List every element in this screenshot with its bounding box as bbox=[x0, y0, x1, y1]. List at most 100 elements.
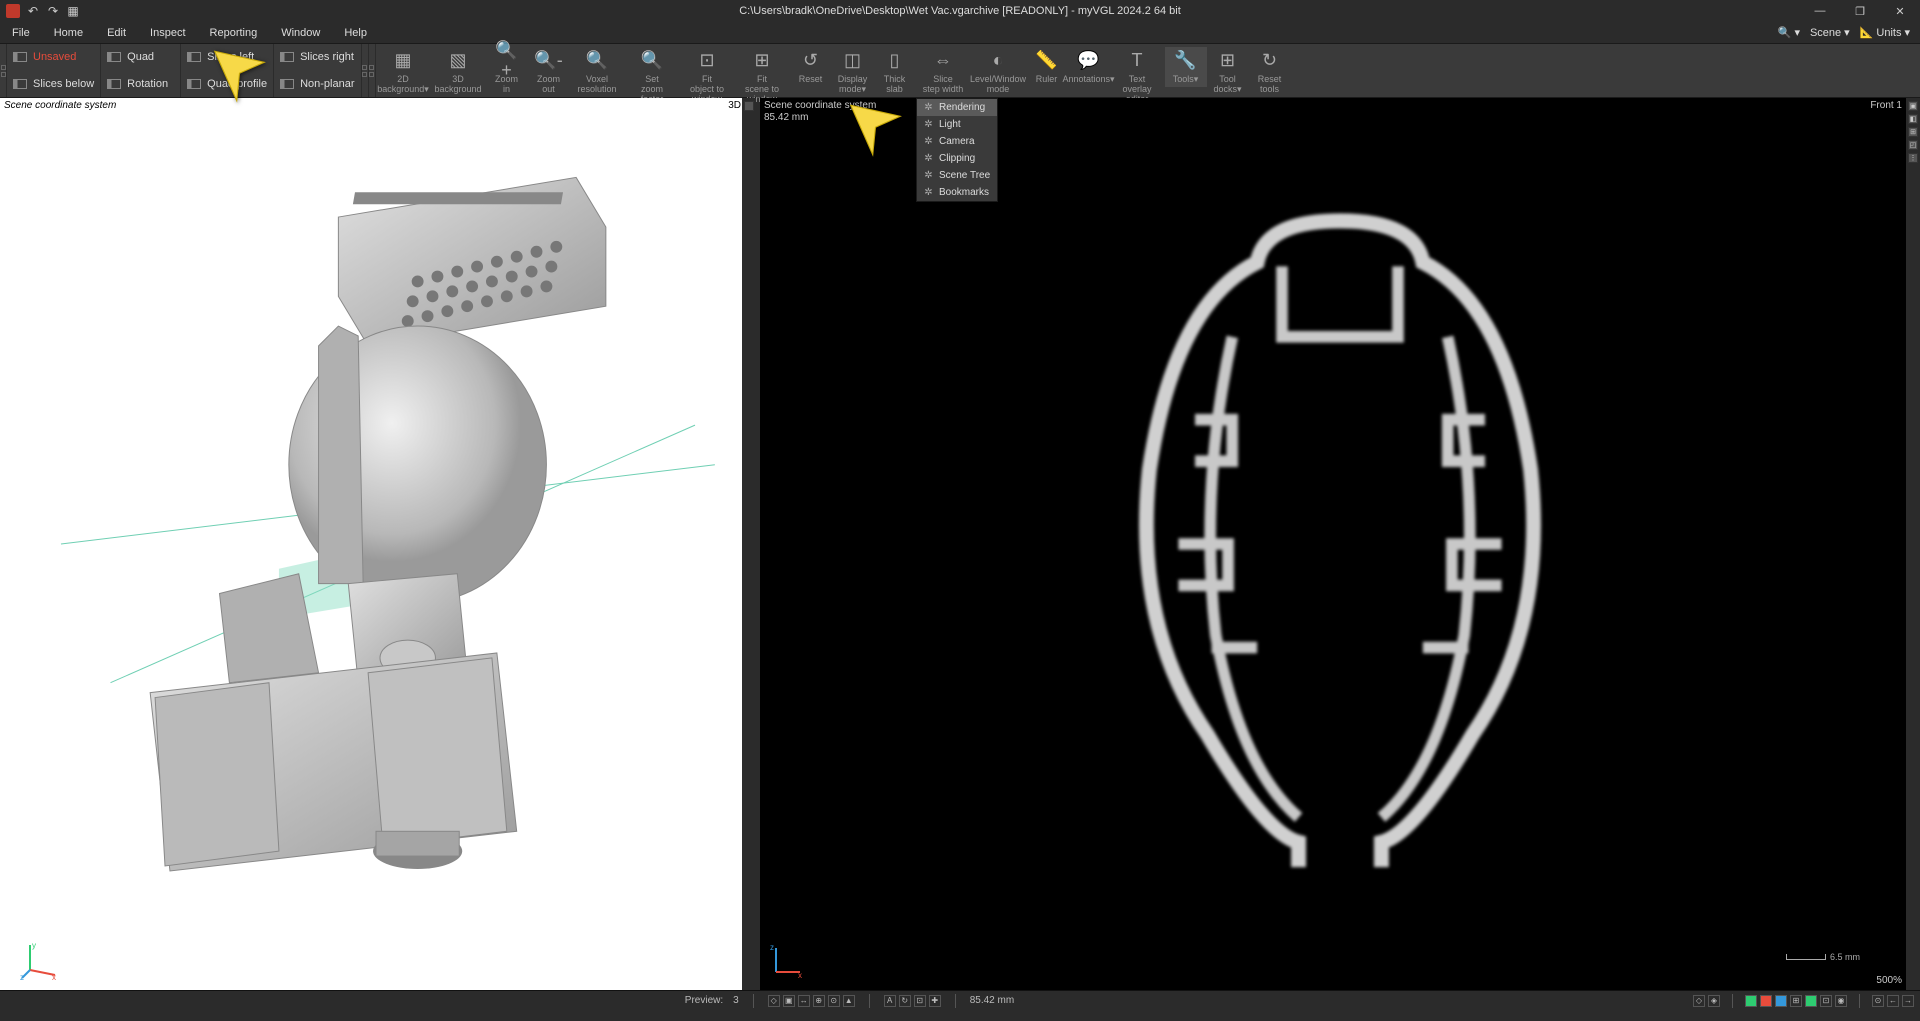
vp-tool-btn[interactable]: ◰ bbox=[1908, 140, 1918, 150]
layout-quad[interactable]: Quad bbox=[101, 44, 181, 71]
status-icon[interactable]: ⊙ bbox=[1872, 995, 1884, 1007]
layout-icon bbox=[13, 52, 27, 62]
layout-icon bbox=[107, 52, 121, 62]
vp-tool-btn[interactable]: ▣ bbox=[1908, 101, 1918, 111]
minimize-button[interactable]: — bbox=[1800, 0, 1840, 22]
status-icon[interactable]: ▣ bbox=[783, 995, 795, 1007]
dropdown-bookmarks[interactable]: ✲Bookmarks bbox=[917, 184, 997, 201]
viewport-area: Scene coordinate system 3D bbox=[0, 98, 1920, 990]
menu-home[interactable]: Home bbox=[42, 24, 95, 42]
tool-reset[interactable]: ↺Reset bbox=[790, 47, 832, 87]
dropdown-camera[interactable]: ✲Camera bbox=[917, 133, 997, 150]
tool-zoom-out[interactable]: 🔍-Zoomout bbox=[528, 47, 570, 97]
vp3d-type-label: 3D bbox=[728, 100, 741, 111]
menu-edit[interactable]: Edit bbox=[95, 24, 138, 42]
status-icon[interactable]: ⊞ bbox=[1790, 995, 1802, 1007]
vp-tool-btn[interactable]: ⊞ bbox=[1908, 127, 1918, 137]
menu-help[interactable]: Help bbox=[332, 24, 379, 42]
status-icon[interactable] bbox=[1805, 995, 1817, 1007]
layout-unsaved[interactable]: Unsaved bbox=[7, 44, 101, 71]
vp-tool-btn[interactable] bbox=[744, 101, 754, 111]
status-icon[interactable]: A bbox=[884, 995, 896, 1007]
zoom-label: 500% bbox=[1876, 975, 1902, 986]
tool-ruler[interactable]: 📏Ruler bbox=[1026, 47, 1068, 87]
dropdown-light[interactable]: ✲Light bbox=[917, 116, 997, 133]
menu-reporting[interactable]: Reporting bbox=[198, 24, 270, 42]
status-icon[interactable]: ◇ bbox=[1693, 995, 1705, 1007]
status-icon[interactable]: ◇ bbox=[768, 995, 780, 1007]
status-icon[interactable]: ⊕ bbox=[813, 995, 825, 1007]
tool-zoom-in[interactable]: 🔍+Zoomin bbox=[486, 47, 528, 97]
preview-value: 3 bbox=[733, 995, 739, 1006]
tool-reset-tools[interactable]: ↻Resettools bbox=[1249, 47, 1291, 97]
tool-icon: ⊡ bbox=[695, 49, 719, 73]
tool-3d-background[interactable]: ▧3Dbackground bbox=[431, 47, 486, 97]
status-icon[interactable]: ⊡ bbox=[914, 995, 926, 1007]
layout-icon bbox=[280, 79, 294, 89]
ribbon-grip[interactable] bbox=[0, 44, 7, 97]
status-icon[interactable] bbox=[1760, 995, 1772, 1007]
menu-inspect[interactable]: Inspect bbox=[138, 24, 197, 42]
vp2d-distance-label: 85.42 mm bbox=[764, 112, 808, 123]
tool-annotations[interactable]: 💬Annotations▾ bbox=[1068, 47, 1110, 87]
layout-rotation[interactable]: Rotation bbox=[101, 71, 181, 98]
tool-display-mode[interactable]: ◫Displaymode▾ bbox=[832, 47, 874, 97]
menu-file[interactable]: File bbox=[0, 24, 42, 42]
tool-thick-slab[interactable]: ▯Thickslab bbox=[874, 47, 916, 97]
tool-icon: 🔍- bbox=[537, 49, 561, 73]
status-icon[interactable]: ↔ bbox=[798, 995, 810, 1007]
status-icon[interactable]: ▲ bbox=[843, 995, 855, 1007]
status-icon[interactable]: ◈ bbox=[1708, 995, 1720, 1007]
dropdown-scene-tree[interactable]: ✲Scene Tree bbox=[917, 167, 997, 184]
layout-non-planar[interactable]: Non-planar bbox=[274, 71, 361, 98]
tool-icon: ◐ bbox=[986, 49, 1010, 73]
tool-tool-docks[interactable]: ⊞Tooldocks▾ bbox=[1207, 47, 1249, 97]
close-button[interactable]: ✕ bbox=[1880, 0, 1920, 22]
dropdown-rendering[interactable]: ✲Rendering bbox=[917, 99, 997, 116]
tool-voxel-resolution[interactable]: 🔍Voxelresolution bbox=[570, 47, 625, 97]
redo-icon[interactable]: ↷ bbox=[46, 4, 60, 18]
tool-icon: ⇔ bbox=[931, 49, 955, 73]
tool-icon: ▧ bbox=[446, 49, 470, 73]
layout-icon[interactable]: ▦ bbox=[66, 4, 80, 18]
tool-level-window-mode[interactable]: ◐Level/Windowmode bbox=[971, 47, 1026, 97]
status-icon[interactable] bbox=[1745, 995, 1757, 1007]
status-icon[interactable] bbox=[1775, 995, 1787, 1007]
status-icon[interactable]: ← bbox=[1887, 995, 1899, 1007]
maximize-button[interactable]: ❐ bbox=[1840, 0, 1880, 22]
status-icon[interactable]: → bbox=[1902, 995, 1914, 1007]
menu-bar: FileHomeEditInspectReportingWindowHelp 🔍… bbox=[0, 22, 1920, 44]
status-icon[interactable]: ◉ bbox=[1835, 995, 1847, 1007]
gear-icon: ✲ bbox=[923, 119, 934, 130]
status-icon[interactable]: ⊙ bbox=[828, 995, 840, 1007]
vp3d-side-tools bbox=[742, 98, 756, 990]
menu-window[interactable]: Window bbox=[269, 24, 332, 42]
status-icon[interactable]: ↻ bbox=[899, 995, 911, 1007]
ribbon-grip-3[interactable] bbox=[369, 44, 376, 97]
tool-2d-background[interactable]: ▦2Dbackground▾ bbox=[376, 47, 431, 97]
units-selector[interactable]: 📐 Units ▾ bbox=[1860, 26, 1910, 39]
layout-slices-right[interactable]: Slices right bbox=[274, 44, 361, 71]
status-icon[interactable]: ✚ bbox=[929, 995, 941, 1007]
ribbon-grip-2[interactable] bbox=[362, 44, 369, 97]
vp2d-side-tools: ▣ ◧ ⊞ ◰ ⋮ bbox=[1906, 98, 1920, 990]
tool-tools[interactable]: 🔧Tools▾ bbox=[1165, 47, 1207, 87]
tool-icon: 🔧 bbox=[1174, 49, 1198, 73]
scene-selector[interactable]: Scene ▾ bbox=[1810, 26, 1850, 39]
status-icon[interactable]: ⊡ bbox=[1820, 995, 1832, 1007]
title-bar: ↶ ↷ ▦ C:\Users\bradk\OneDrive\Desktop\We… bbox=[0, 0, 1920, 22]
undo-icon[interactable]: ↶ bbox=[26, 4, 40, 18]
vp-tool-btn[interactable]: ⋮ bbox=[1908, 153, 1918, 163]
status-bar: Preview: 3 ◇ ▣ ↔ ⊕ ⊙ ▲ A ↻ ⊡ ✚ 85.42 mm … bbox=[0, 990, 1920, 1010]
vp-tool-btn[interactable]: ◧ bbox=[1908, 114, 1918, 124]
viewport-2d[interactable]: Scene coordinate system 85.42 mm Front 1… bbox=[760, 98, 1920, 990]
layout-icon bbox=[187, 52, 201, 62]
search-tool[interactable]: 🔍 ▾ bbox=[1778, 26, 1800, 39]
tool-icon: 📏 bbox=[1035, 49, 1059, 73]
tool-icon: ⊞ bbox=[750, 49, 774, 73]
layout-slices-below[interactable]: Slices below bbox=[7, 71, 101, 98]
dropdown-clipping[interactable]: ✲Clipping bbox=[917, 150, 997, 167]
viewport-3d[interactable]: Scene coordinate system 3D bbox=[0, 98, 756, 990]
layout-icon bbox=[13, 79, 27, 89]
tool-slice-step-width[interactable]: ⇔Slicestep width bbox=[916, 47, 971, 97]
